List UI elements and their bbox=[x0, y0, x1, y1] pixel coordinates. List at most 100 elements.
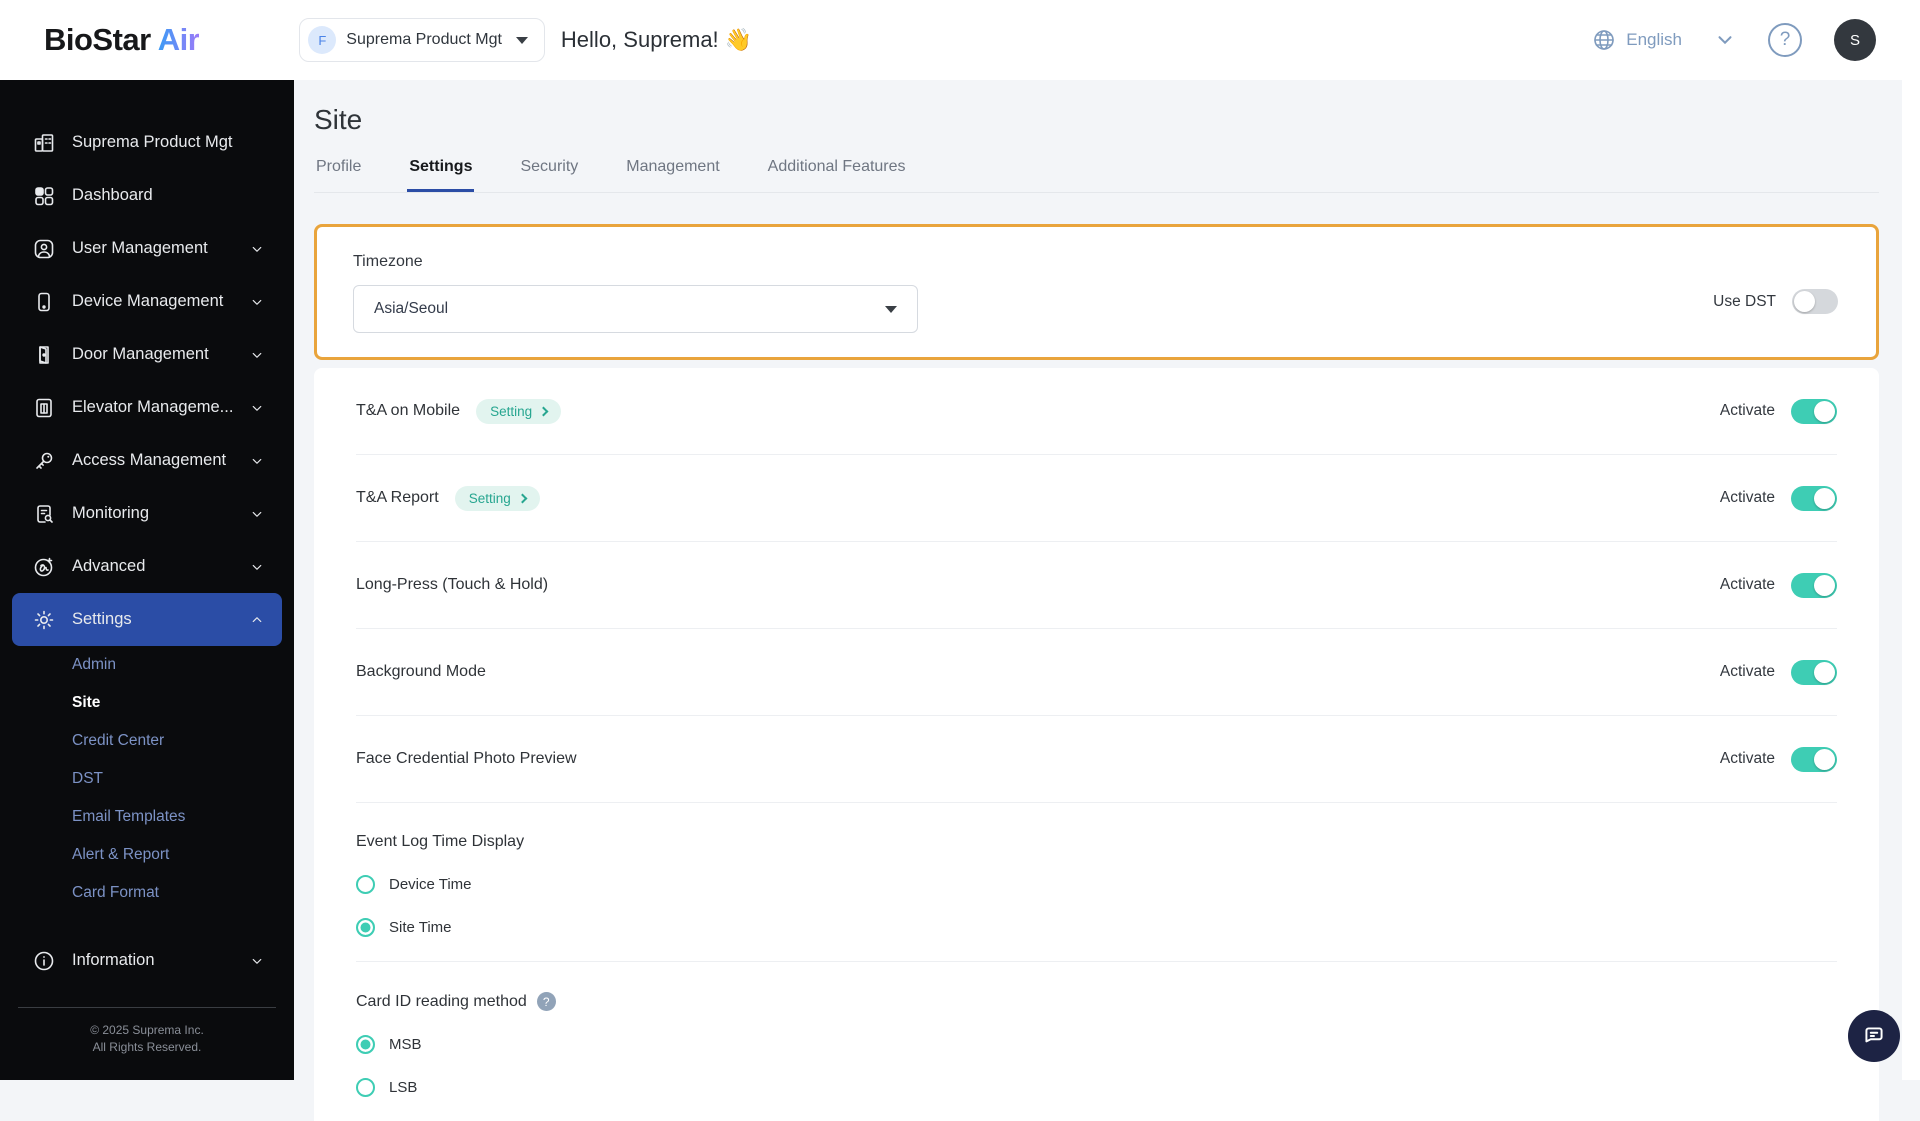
long-press-toggle[interactable] bbox=[1791, 573, 1837, 598]
help-icon[interactable]: ? bbox=[1768, 23, 1802, 57]
chevron-down-icon bbox=[248, 505, 266, 523]
chevron-right-icon bbox=[517, 494, 527, 504]
timezone-select[interactable]: Asia/Seoul bbox=[353, 285, 918, 333]
logo-text-accent: Air bbox=[158, 22, 200, 57]
main-content: Site Profile Settings Security Managemen… bbox=[294, 80, 1902, 1080]
company-icon bbox=[32, 131, 56, 155]
timezone-section: Timezone Asia/Seoul Use DST bbox=[314, 224, 1879, 360]
row-label: Long-Press (Touch & Hold) bbox=[356, 576, 548, 594]
dashboard-icon bbox=[32, 184, 56, 208]
radio-icon bbox=[356, 1078, 375, 1097]
chevron-down-icon bbox=[248, 452, 266, 470]
sidebar-item-label: Dashboard bbox=[72, 186, 153, 205]
face-credential-toggle[interactable] bbox=[1791, 747, 1837, 772]
gear-icon bbox=[32, 608, 56, 632]
sidebar-divider bbox=[18, 1007, 276, 1008]
sidebar-item-door-management[interactable]: Door Management bbox=[12, 328, 282, 381]
tab-settings[interactable]: Settings bbox=[407, 158, 474, 192]
event-log-label: Event Log Time Display bbox=[356, 833, 1837, 851]
toggle-knob bbox=[1814, 401, 1835, 422]
sidebar-item-label: Device Management bbox=[72, 292, 223, 311]
sidebar-subitem-admin[interactable]: Admin bbox=[0, 646, 294, 684]
row-label: Face Credential Photo Preview bbox=[356, 750, 577, 768]
app-logo: BioStar Air bbox=[44, 22, 199, 58]
ta-report-setting-button[interactable]: Setting bbox=[455, 486, 540, 511]
sidebar-item-advanced[interactable]: Advanced bbox=[12, 540, 282, 593]
chevron-down-icon bbox=[248, 346, 266, 364]
card-id-label: Card ID reading method bbox=[356, 993, 527, 1011]
row-ta-on-mobile: T&A on Mobile Setting Activate bbox=[356, 368, 1837, 455]
account-selector-dropdown[interactable]: F Suprema Product Mgt bbox=[299, 18, 545, 62]
toggle-knob bbox=[1794, 291, 1815, 312]
timezone-label: Timezone bbox=[353, 253, 1840, 271]
sidebar-item-information[interactable]: Information bbox=[12, 934, 282, 987]
radio-device-time[interactable]: Device Time bbox=[356, 875, 1837, 894]
sidebar-item-label: User Management bbox=[72, 239, 208, 258]
sidebar-item-label: Elevator Manageme... bbox=[72, 398, 233, 417]
caret-down-icon bbox=[516, 37, 528, 44]
radio-site-time[interactable]: Site Time bbox=[356, 918, 1837, 937]
radio-msb[interactable]: MSB bbox=[356, 1035, 1837, 1054]
sidebar-item-user-management[interactable]: User Management bbox=[12, 222, 282, 275]
chat-button[interactable] bbox=[1848, 1010, 1900, 1062]
advanced-icon bbox=[32, 555, 56, 579]
sidebar-subitem-alert-report[interactable]: Alert & Report bbox=[0, 836, 294, 874]
sidebar-subitem-email-templates[interactable]: Email Templates bbox=[0, 798, 294, 836]
tab-security[interactable]: Security bbox=[518, 158, 580, 192]
account-badge: F bbox=[308, 26, 336, 54]
ta-on-mobile-setting-button[interactable]: Setting bbox=[476, 399, 561, 424]
sidebar-item-settings[interactable]: Settings bbox=[12, 593, 282, 646]
sidebar: Suprema Product Mgt Dashboard User Manag… bbox=[0, 80, 294, 1080]
radio-checked-icon bbox=[356, 1035, 375, 1054]
row-label: Background Mode bbox=[356, 663, 486, 681]
tab-management[interactable]: Management bbox=[624, 158, 721, 192]
settings-panel: T&A on Mobile Setting Activate T&A Repor… bbox=[314, 368, 1879, 1121]
ta-on-mobile-toggle[interactable] bbox=[1791, 399, 1837, 424]
door-icon bbox=[32, 343, 56, 367]
avatar[interactable]: S bbox=[1834, 19, 1876, 61]
sidebar-subitem-credit-center[interactable]: Credit Center bbox=[0, 722, 294, 760]
tab-profile[interactable]: Profile bbox=[314, 158, 363, 192]
greeting-text: Hello, Suprema! 👋 bbox=[561, 27, 752, 53]
sidebar-subitem-dst[interactable]: DST bbox=[0, 760, 294, 798]
chevron-down-icon bbox=[248, 558, 266, 576]
sidebar-item-label: Monitoring bbox=[72, 504, 149, 523]
help-icon[interactable]: ? bbox=[537, 992, 556, 1011]
toggle-knob bbox=[1814, 488, 1835, 509]
globe-icon bbox=[1592, 28, 1616, 52]
use-dst-toggle[interactable] bbox=[1792, 289, 1838, 314]
activate-label: Activate bbox=[1720, 489, 1775, 507]
chevron-down-icon[interactable] bbox=[1714, 29, 1736, 51]
ta-report-toggle[interactable] bbox=[1791, 486, 1837, 511]
chevron-down-icon bbox=[248, 952, 266, 970]
timezone-value: Asia/Seoul bbox=[374, 300, 448, 318]
row-long-press: Long-Press (Touch & Hold) Activate bbox=[356, 542, 1837, 629]
sidebar-item-elevator-management[interactable]: Elevator Manageme... bbox=[12, 381, 282, 434]
use-dst-label: Use DST bbox=[1713, 293, 1776, 311]
radio-icon bbox=[356, 875, 375, 894]
sidebar-subitem-site[interactable]: Site bbox=[0, 684, 294, 722]
sidebar-item-monitoring[interactable]: Monitoring bbox=[12, 487, 282, 540]
sidebar-item-dashboard[interactable]: Dashboard bbox=[12, 169, 282, 222]
sidebar-item-access-management[interactable]: Access Management bbox=[12, 434, 282, 487]
chevron-up-icon bbox=[248, 611, 266, 629]
language-label: English bbox=[1626, 30, 1682, 50]
tab-additional-features[interactable]: Additional Features bbox=[766, 158, 908, 192]
sidebar-item-site-account[interactable]: Suprema Product Mgt bbox=[12, 116, 282, 169]
row-face-credential-photo-preview: Face Credential Photo Preview Activate bbox=[356, 716, 1837, 803]
chat-bubble-icon bbox=[1861, 1023, 1887, 1049]
top-bar: BioStar Air F Suprema Product Mgt Hello,… bbox=[0, 0, 1920, 80]
sidebar-item-label: Advanced bbox=[72, 557, 145, 576]
sidebar-item-device-management[interactable]: Device Management bbox=[12, 275, 282, 328]
radio-lsb[interactable]: LSB bbox=[356, 1078, 1837, 1097]
row-label: T&A on Mobile bbox=[356, 402, 460, 420]
chevron-down-icon bbox=[248, 293, 266, 311]
sidebar-subitem-card-format[interactable]: Card Format bbox=[0, 874, 294, 912]
scrollbar-track[interactable] bbox=[1902, 80, 1920, 1080]
chevron-down-icon bbox=[248, 399, 266, 417]
sidebar-item-label: Access Management bbox=[72, 451, 226, 470]
key-icon bbox=[32, 449, 56, 473]
language-selector[interactable]: English bbox=[1592, 28, 1682, 52]
toggle-knob bbox=[1814, 662, 1835, 683]
background-mode-toggle[interactable] bbox=[1791, 660, 1837, 685]
